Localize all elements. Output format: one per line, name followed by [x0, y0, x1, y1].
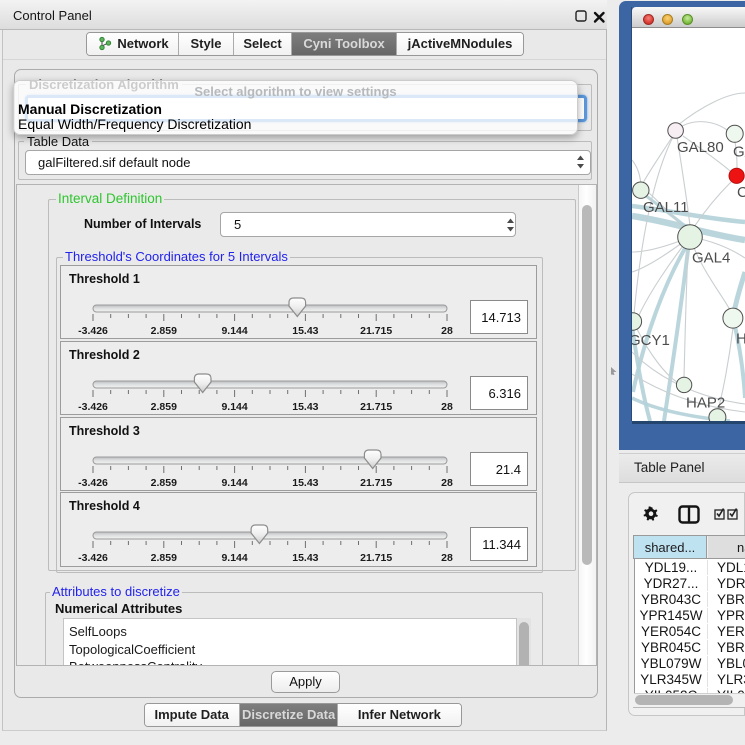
- svg-text:9.144: 9.144: [221, 477, 247, 489]
- svg-text:2.859: 2.859: [151, 552, 177, 564]
- svg-text:28: 28: [441, 401, 453, 413]
- svg-text:9.144: 9.144: [221, 552, 247, 564]
- svg-text:2.859: 2.859: [151, 477, 177, 489]
- svg-text:15.43: 15.43: [292, 401, 318, 413]
- svg-text:15.43: 15.43: [292, 552, 318, 564]
- svg-text:28: 28: [441, 325, 453, 337]
- svg-text:GAL4: GAL4: [692, 250, 730, 267]
- svg-text:28: 28: [441, 552, 453, 564]
- svg-text:H: H: [736, 331, 745, 348]
- svg-text:21.715: 21.715: [360, 552, 392, 564]
- svg-text:-3.426: -3.426: [78, 552, 108, 564]
- svg-text:2.859: 2.859: [151, 325, 177, 337]
- svg-text:21.715: 21.715: [360, 401, 392, 413]
- svg-text:GAL80: GAL80: [677, 139, 724, 156]
- svg-text:28: 28: [441, 477, 453, 489]
- svg-text:GAL11: GAL11: [643, 199, 689, 216]
- svg-text:-3.426: -3.426: [78, 477, 108, 489]
- svg-text:21.715: 21.715: [360, 477, 392, 489]
- svg-text:9.144: 9.144: [221, 401, 247, 413]
- svg-text:GCY1: GCY1: [632, 332, 670, 349]
- svg-text:GA: GA: [733, 144, 745, 161]
- svg-text:15.43: 15.43: [292, 325, 318, 337]
- svg-text:C: C: [737, 184, 745, 201]
- svg-text:-3.426: -3.426: [78, 325, 108, 337]
- svg-text:15.43: 15.43: [292, 477, 318, 489]
- svg-text:9.144: 9.144: [221, 325, 247, 337]
- svg-text:2.859: 2.859: [151, 401, 177, 413]
- svg-text:HAP2: HAP2: [686, 395, 725, 412]
- svg-text:21.715: 21.715: [360, 325, 392, 337]
- svg-text:-3.426: -3.426: [78, 401, 108, 413]
